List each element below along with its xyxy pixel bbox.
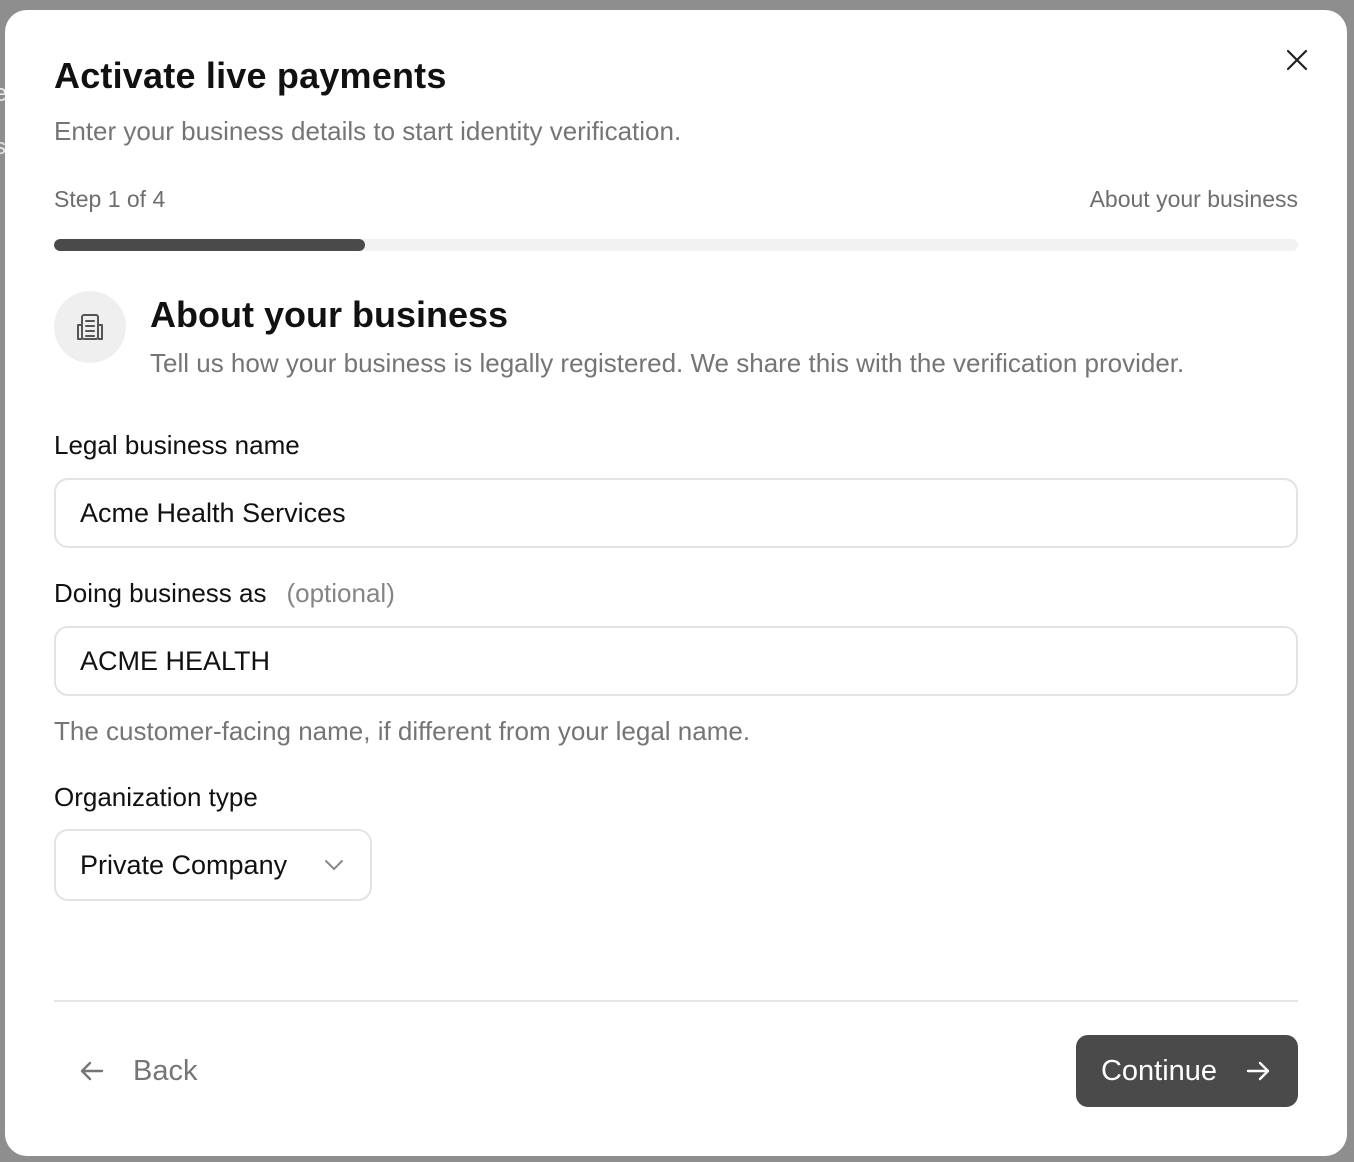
section-description: Tell us how your business is legally reg… [150, 348, 1185, 378]
modal-title: Activate live payments [54, 55, 447, 96]
section-title: About your business [150, 294, 509, 335]
dba-label: Doing business as [54, 578, 267, 608]
step-counter: Step 1 of 4 [54, 186, 166, 212]
org-type-label: Organization type [54, 782, 258, 812]
legal-name-label: Legal business name [54, 430, 300, 460]
progress-bar [54, 239, 1298, 251]
modal-subtitle: Enter your business details to start ide… [54, 116, 682, 146]
close-icon [1286, 49, 1308, 71]
building-document-icon [77, 314, 103, 340]
progress-bar-fill [54, 239, 365, 251]
dba-input[interactable] [54, 626, 1298, 696]
org-type-select[interactable]: Private Company [54, 829, 372, 901]
section-icon-circle [54, 291, 126, 363]
org-type-value: Private Company [80, 849, 288, 880]
activate-payments-modal: Activate live payments Enter your busine… [5, 10, 1347, 1156]
back-button[interactable]: Back [77, 1046, 197, 1096]
continue-label: Continue [1100, 1054, 1218, 1087]
close-button[interactable] [1283, 46, 1311, 74]
legal-name-input[interactable] [54, 478, 1298, 548]
step-name: About your business [1089, 186, 1298, 212]
optional-tag: (optional) [286, 578, 395, 608]
dba-hint: The customer-facing name, if different f… [54, 716, 751, 746]
arrow-right-icon [1246, 1061, 1270, 1081]
dba-label-row: Doing business as (optional) [54, 578, 395, 609]
chevron-down-icon [322, 853, 346, 877]
arrow-left-icon [80, 1061, 104, 1081]
continue-button[interactable]: Continue [1076, 1035, 1298, 1107]
back-label: Back [133, 1054, 198, 1087]
footer-divider [54, 1000, 1298, 1002]
